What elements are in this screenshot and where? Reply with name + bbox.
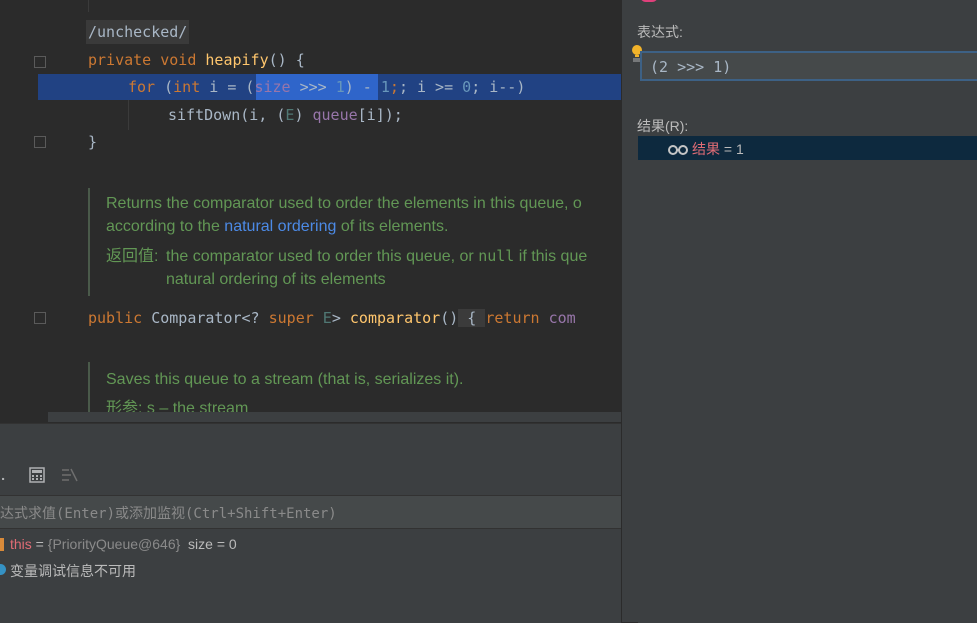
code-token: [i]); xyxy=(357,106,403,124)
doc-line: Returns the comparator used to order the… xyxy=(106,195,582,212)
calculator-icon[interactable] xyxy=(29,467,45,483)
code-token: >>> xyxy=(290,78,336,96)
code-editor[interactable]: /unchecked/ private void heapify() { for… xyxy=(0,0,621,422)
semicolon: ; xyxy=(389,78,399,96)
toolbar-partial-icon[interactable]: ⠄ xyxy=(0,469,10,485)
keyword-for: for xyxy=(128,78,156,96)
keyword-int: int xyxy=(173,78,201,96)
result-row[interactable]: 结果 = 1 xyxy=(638,136,977,160)
info-row: 变量调试信息不可用 xyxy=(0,560,621,580)
watch-glasses-icon xyxy=(668,141,688,160)
keyword-void: void xyxy=(160,51,197,69)
expression-label: 表达式: xyxy=(637,24,683,40)
number-literal: 1 xyxy=(380,78,390,96)
field-queue: queue xyxy=(312,106,358,124)
variable-row-this[interactable]: this = {PriorityQueue@646} size = 0 xyxy=(0,535,621,555)
code-token: ) xyxy=(294,106,313,124)
code-line-close: } xyxy=(88,133,98,151)
doc-line: natural ordering of its elements xyxy=(166,271,386,288)
code-line-for: for (int i = (size >>> 1) - 1;; i >= 0; … xyxy=(128,75,525,99)
doc-returns-label: 返回值: xyxy=(106,248,159,265)
horizontal-scrollbar[interactable] xyxy=(48,412,621,422)
indent-guide xyxy=(128,100,129,130)
info-icon xyxy=(0,564,6,575)
fold-marker-icon[interactable] xyxy=(34,56,46,68)
code-token: i = xyxy=(200,78,246,96)
watches-icon[interactable] xyxy=(61,467,79,483)
keyword-private: private xyxy=(88,51,152,69)
doc-link[interactable]: natural ordering xyxy=(224,218,336,235)
code-line-comparator: public Comparator<? super E> comparator(… xyxy=(88,309,576,327)
doc-returns: 返回值: the comparator used to order this qu… xyxy=(106,245,621,268)
number-literal: 0 xyxy=(462,78,472,96)
indent-guide xyxy=(88,0,89,12)
field-icon xyxy=(0,538,4,551)
result-text: 结果 = 1 xyxy=(692,141,744,157)
code-token: siftDown(i, ( xyxy=(168,106,286,124)
editor-gutter[interactable] xyxy=(0,0,62,422)
doc-line: Saves this queue to a stream (that is, s… xyxy=(106,371,464,388)
javadoc-comparator: Returns the comparator used to order the… xyxy=(88,188,621,296)
code-line-siftdown: siftDown(i, (E) queue[i]); xyxy=(168,103,403,127)
fold-marker-icon[interactable] xyxy=(34,312,46,324)
eval-placeholder: 达式求值(Enter)或添加监视(Ctrl+Shift+Enter) xyxy=(0,506,337,522)
code-token: ) xyxy=(344,78,354,96)
code-token: ( xyxy=(155,78,174,96)
code-line-heapify: private void heapify() { xyxy=(88,48,305,72)
doc-line: according to the natural ordering of its… xyxy=(106,218,449,235)
field-size: size xyxy=(254,78,291,96)
code-line-comment: /unchecked/ xyxy=(86,20,190,44)
evaluate-expression-input[interactable]: 达式求值(Enter)或添加监视(Ctrl+Shift+Enter) xyxy=(0,495,621,529)
result-tree[interactable] xyxy=(638,136,977,623)
code-token: - xyxy=(353,78,381,96)
info-message: 变量调试信息不可用 xyxy=(10,563,136,579)
variable-text: this = {PriorityQueue@646} size = 0 xyxy=(10,536,237,552)
result-label: 结果(R): xyxy=(637,118,689,134)
code-token: () { xyxy=(268,51,305,69)
number-literal: 1 xyxy=(335,78,345,96)
fold-marker-icon[interactable] xyxy=(34,136,46,148)
code-token: ; i--) xyxy=(471,78,526,96)
method-name: heapify xyxy=(205,51,269,69)
expression-value: (2 >>> 1) xyxy=(650,58,732,76)
code-token: ; i >= xyxy=(398,78,463,96)
